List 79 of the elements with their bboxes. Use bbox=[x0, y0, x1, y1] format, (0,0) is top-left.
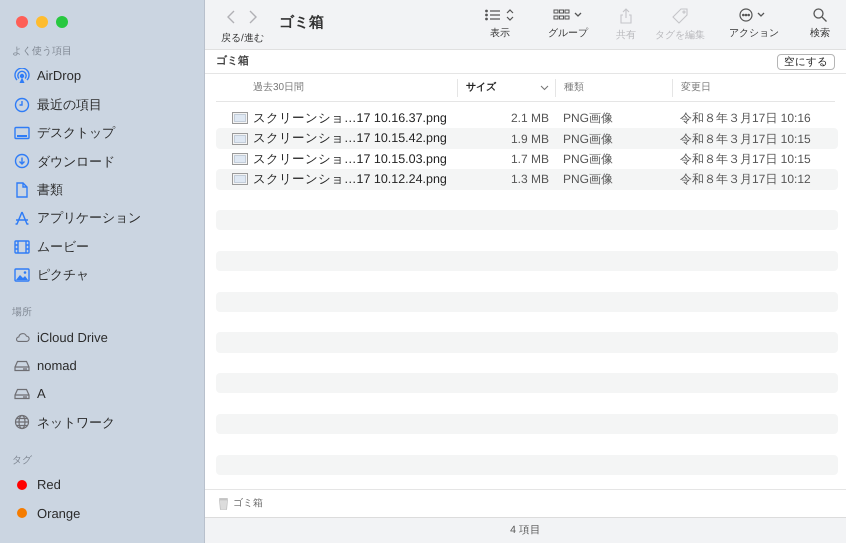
picture-icon bbox=[14, 268, 30, 282]
sidebar-item[interactable]: AirDrop bbox=[37, 66, 82, 86]
sort-chevron-icon bbox=[540, 84, 549, 90]
sidebar-item[interactable]: ムービー bbox=[37, 236, 89, 256]
download-icon bbox=[14, 153, 30, 170]
trash-can-icon bbox=[218, 497, 229, 510]
file-size: 1.9 MB bbox=[510, 130, 550, 148]
section-heading: タグ bbox=[11, 454, 33, 468]
toolbar-button[interactable]: グループ bbox=[530, 0, 606, 43]
image-file-icon bbox=[232, 132, 248, 145]
image-file-icon bbox=[232, 152, 248, 165]
sidebar-item[interactable]: アプリケーション bbox=[37, 208, 141, 228]
cloud-icon bbox=[14, 331, 30, 344]
section-heading: よく使う項目 bbox=[11, 45, 73, 59]
toolbar-button[interactable]: アクション bbox=[714, 0, 794, 43]
sidebar-item[interactable]: Orange bbox=[37, 504, 80, 524]
sidebar-item[interactable]: 書類 bbox=[37, 180, 63, 200]
disk-drive-icon bbox=[14, 360, 30, 372]
nav-label: 戻る/進む bbox=[221, 32, 265, 46]
file-name: スクリーンショ…17 10.16.37.png bbox=[253, 110, 447, 127]
sidebar-item[interactable]: デスクトップ bbox=[37, 123, 115, 143]
item-count: 4 項目 bbox=[510, 522, 541, 538]
file-name: スクリーンショ…17 10.15.42.png bbox=[253, 130, 447, 148]
column-header[interactable]: 過去30日間 bbox=[216, 78, 457, 96]
document-icon bbox=[15, 182, 29, 198]
modified-date: 令和８年３月17日 10:16 bbox=[679, 110, 812, 128]
sidebar-item[interactable]: Red bbox=[37, 475, 61, 495]
film-icon bbox=[14, 240, 30, 254]
disk-drive-icon bbox=[14, 388, 30, 400]
toolbar-button[interactable]: 検索 bbox=[794, 0, 846, 43]
list-view-icon bbox=[485, 8, 515, 22]
forward-icon[interactable] bbox=[248, 10, 257, 24]
sidebar-item[interactable]: iCloud Drive bbox=[37, 328, 108, 348]
file-size: 1.3 MB bbox=[510, 171, 550, 188]
sidebar-item[interactable]: ネットワーク bbox=[37, 412, 115, 432]
path-title: ゴミ箱 bbox=[216, 54, 249, 70]
file-name: スクリーンショ…17 10.12.24.png bbox=[253, 170, 447, 188]
globe-icon bbox=[14, 414, 30, 430]
file-name: スクリーンショ…17 10.15.03.png bbox=[253, 150, 447, 168]
image-file-icon bbox=[232, 112, 248, 124]
file-row[interactable]: スクリーンショ…17 10.16.37.png 2.1 MB PNG画像 令和８年３月17日 10:16 bbox=[216, 108, 838, 128]
search-icon bbox=[813, 8, 827, 22]
file-size: 2.1 MB bbox=[510, 110, 550, 128]
column-header[interactable]: 変更日 bbox=[672, 78, 835, 96]
sidebar-item[interactable]: A bbox=[37, 384, 46, 404]
file-type: PNG画像 bbox=[562, 150, 614, 168]
empty-trash-button[interactable]: 空にする bbox=[777, 54, 835, 70]
clock-icon bbox=[14, 96, 30, 113]
sidebar-item[interactable]: ピクチャ bbox=[37, 265, 89, 285]
back-icon[interactable] bbox=[227, 10, 236, 24]
sidebar-item[interactable]: nomad bbox=[37, 356, 77, 376]
toolbar-button[interactable]: 表示 bbox=[470, 0, 530, 43]
modified-date: 令和８年３月17日 10:12 bbox=[679, 171, 812, 188]
minimize-button[interactable] bbox=[36, 16, 48, 28]
modified-date: 令和８年３月17日 10:15 bbox=[679, 150, 812, 168]
tag-icon bbox=[672, 8, 688, 24]
file-type: PNG画像 bbox=[562, 130, 614, 148]
file-row[interactable]: スクリーンショ…17 10.12.24.png 1.3 MB PNG画像 令和８年３月17日 10:12 bbox=[216, 169, 838, 190]
column-header[interactable]: サイズ bbox=[457, 78, 555, 96]
app-store-icon bbox=[14, 210, 30, 226]
share-icon bbox=[619, 8, 633, 24]
file-type: PNG画像 bbox=[562, 110, 614, 128]
sidebar-item[interactable]: 最近の項目 bbox=[37, 94, 102, 114]
sidebar-item[interactable]: ダウンロード bbox=[37, 152, 115, 172]
file-type: PNG画像 bbox=[562, 171, 614, 188]
file-row[interactable]: スクリーンショ…17 10.15.03.png 1.7 MB PNG画像 令和８年３月17日 10:15 bbox=[216, 148, 838, 170]
file-size: 1.7 MB bbox=[510, 150, 550, 168]
column-header[interactable]: 種類 bbox=[555, 78, 672, 96]
modified-date: 令和８年３月17日 10:15 bbox=[679, 130, 812, 148]
window-title: ゴミ箱 bbox=[279, 13, 324, 33]
close-button[interactable] bbox=[16, 16, 28, 28]
file-row[interactable]: スクリーンショ…17 10.15.42.png 1.9 MB PNG画像 令和８年３月17日 10:15 bbox=[216, 128, 838, 149]
grid-icon bbox=[553, 8, 583, 22]
section-heading: 場所 bbox=[11, 306, 33, 320]
airdrop-icon bbox=[14, 68, 30, 84]
zoom-button[interactable] bbox=[56, 16, 68, 28]
desktop-icon bbox=[14, 126, 30, 140]
path-label: ゴミ箱 bbox=[233, 497, 263, 511]
image-file-icon bbox=[232, 173, 248, 186]
